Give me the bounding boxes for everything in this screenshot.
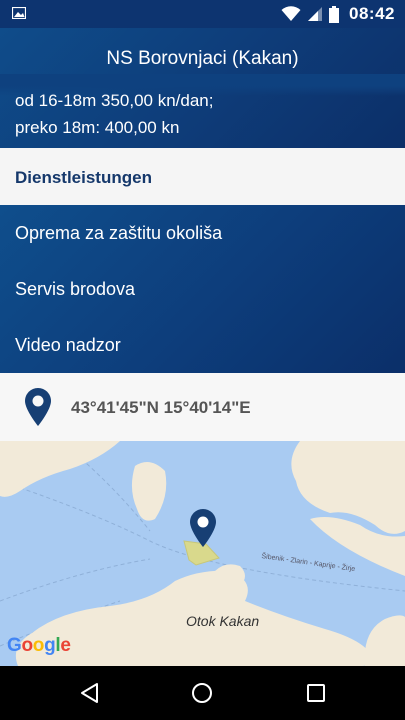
status-bar: 08:42 bbox=[0, 0, 405, 28]
price-line-2: preko 18m: 400,00 kn bbox=[15, 118, 180, 137]
scroll-fade bbox=[0, 74, 405, 96]
services-list: Oprema za zaštitu okoliša Servis brodova… bbox=[0, 205, 405, 373]
service-item: Oprema za zaštitu okoliša bbox=[0, 205, 405, 261]
location-pin-icon bbox=[25, 388, 51, 426]
services-heading: Dienstleistungen bbox=[15, 168, 152, 187]
image-icon bbox=[12, 7, 26, 19]
map-canvas[interactable] bbox=[0, 441, 405, 666]
signal-icon bbox=[308, 7, 323, 21]
service-item: Video nadzor bbox=[0, 317, 405, 373]
marina-header: NS Borovnjaci (Kakan) od 16-18m 350,00 k… bbox=[0, 28, 405, 148]
services-section-header: Dienstleistungen bbox=[0, 148, 405, 205]
map-view[interactable]: Šibenik - Zlarin - Kaprije - Žirje Otok … bbox=[0, 441, 405, 666]
back-icon[interactable] bbox=[78, 681, 102, 705]
battery-icon bbox=[329, 5, 340, 23]
service-item-label: Oprema za zaštitu okoliša bbox=[15, 223, 223, 243]
map-marker-icon[interactable] bbox=[189, 508, 217, 548]
service-item-label: Video nadzor bbox=[15, 335, 121, 355]
wifi-icon bbox=[281, 6, 301, 21]
recents-icon[interactable] bbox=[304, 681, 328, 705]
google-logo: Google bbox=[7, 635, 71, 656]
status-icons: 08:42 bbox=[281, 4, 395, 24]
status-time: 08:42 bbox=[349, 4, 395, 23]
page-title: NS Borovnjaci (Kakan) bbox=[106, 48, 299, 69]
location-row[interactable]: 43°41'45"N 15°40'14"E bbox=[0, 373, 405, 441]
service-item-label: Servis brodova bbox=[15, 279, 136, 299]
island-label: Otok Kakan bbox=[186, 613, 260, 629]
coordinates-text: 43°41'45"N 15°40'14"E bbox=[71, 398, 251, 417]
home-icon[interactable] bbox=[190, 681, 214, 705]
navigation-bar bbox=[0, 666, 405, 720]
service-item: Servis brodova bbox=[0, 261, 405, 317]
